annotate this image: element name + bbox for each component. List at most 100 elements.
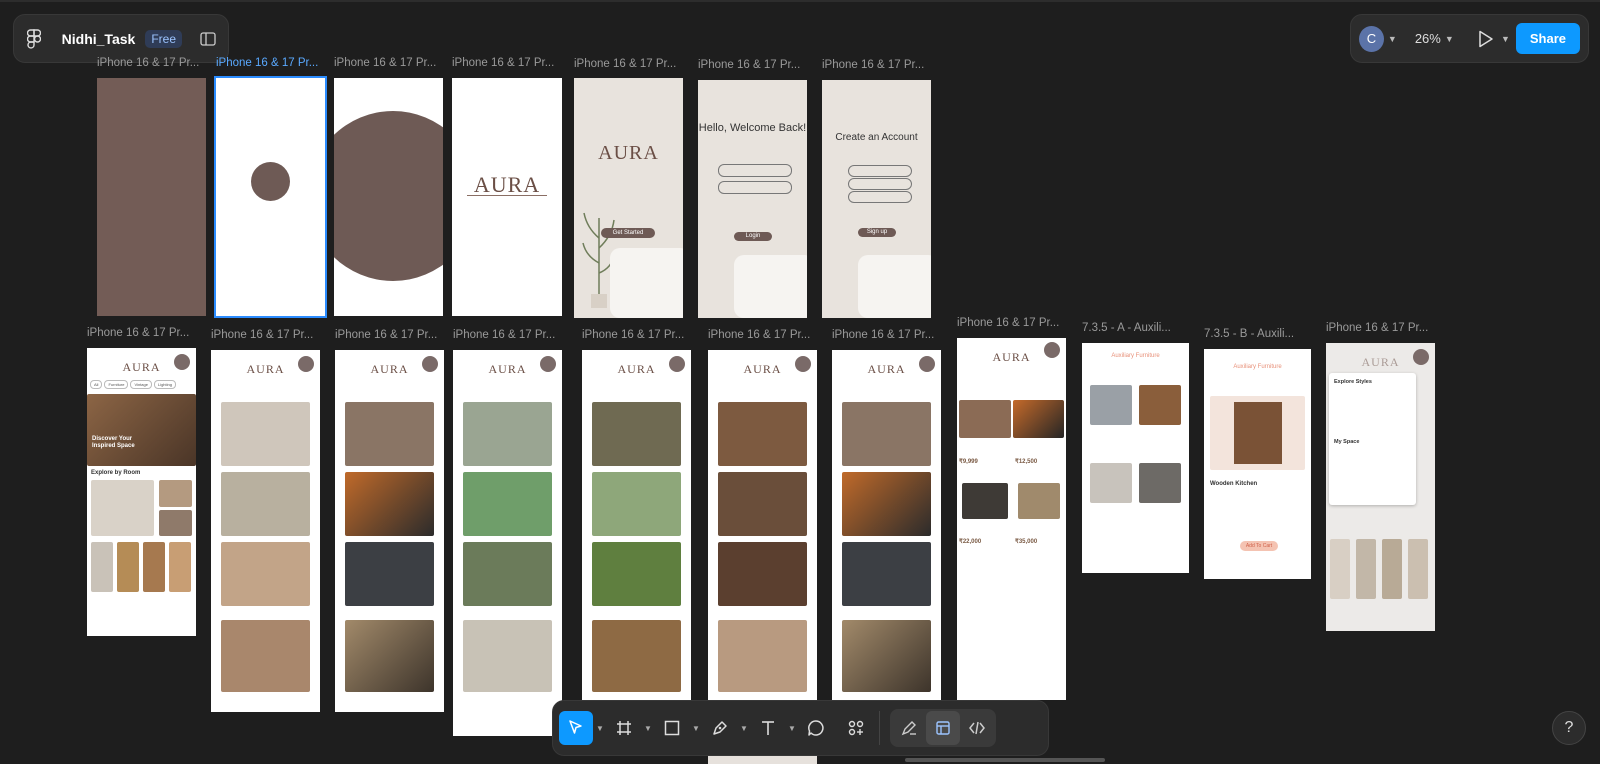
room-image[interactable] <box>169 542 191 592</box>
product-image[interactable] <box>1139 385 1181 425</box>
profile-avatar[interactable] <box>795 356 811 372</box>
shape-tool-button[interactable] <box>655 711 689 745</box>
get-started-button[interactable]: Get Started <box>601 228 655 238</box>
product-image[interactable] <box>345 542 434 606</box>
product-image[interactable] <box>345 620 434 692</box>
sidebar-toggle-icon[interactable] <box>200 30 216 48</box>
chevron-down-icon[interactable]: ▼ <box>737 724 751 733</box>
room-image[interactable] <box>159 480 192 507</box>
product-image[interactable] <box>592 542 681 606</box>
product-image[interactable] <box>1139 463 1181 503</box>
onboarding-frame[interactable]: AURA Get Started <box>574 78 683 318</box>
product-image[interactable] <box>842 472 931 536</box>
chevron-down-icon[interactable]: ▼ <box>593 724 607 733</box>
product-image[interactable] <box>221 402 310 466</box>
product-image[interactable] <box>959 400 1011 438</box>
splash-frame-bigcircle[interactable] <box>334 78 443 316</box>
signup-button[interactable]: Sign up <box>858 228 896 237</box>
product-image[interactable] <box>463 402 552 466</box>
frame-label[interactable]: iPhone 16 & 17 Pr... <box>822 59 934 71</box>
product-image[interactable] <box>345 472 434 536</box>
profile-avatar[interactable] <box>422 356 438 372</box>
menu-frame[interactable]: AURA Explore Styles My Space <box>1326 343 1435 631</box>
auxiliary-furniture-a-frame[interactable]: Auxiliary Furniture <box>1082 343 1189 573</box>
splash-frame-logo[interactable]: AURA <box>452 78 562 316</box>
frame-label[interactable]: iPhone 16 & 17 Pr... <box>453 329 565 341</box>
room-image[interactable] <box>1330 539 1350 599</box>
tab-furniture[interactable]: Furniture <box>104 380 129 389</box>
help-button[interactable]: ? <box>1552 711 1586 745</box>
name-field[interactable] <box>848 165 912 177</box>
user-avatar[interactable]: C <box>1359 25 1384 52</box>
auxiliary-furniture-b-frame[interactable]: Auxiliary Furniture Wooden Kitchen Add T… <box>1204 349 1311 579</box>
figma-logo-icon[interactable] <box>26 26 42 52</box>
design-mode-button[interactable] <box>926 711 960 745</box>
text-tool-button[interactable] <box>751 711 785 745</box>
frame-label[interactable]: iPhone 16 & 17 Pr... <box>216 57 328 69</box>
splash-frame-solid[interactable] <box>97 78 206 316</box>
frame-tool-button[interactable] <box>607 711 641 745</box>
product-image[interactable] <box>463 620 552 692</box>
add-to-cart-button[interactable]: Add To Cart <box>1240 541 1278 551</box>
sofa-list-frame[interactable]: AURA <box>582 350 691 702</box>
room-image[interactable] <box>91 480 154 536</box>
tab-all[interactable]: All <box>90 380 103 389</box>
room-image[interactable] <box>1408 539 1428 599</box>
chevron-down-icon[interactable]: ▼ <box>1501 34 1510 44</box>
tab-lighting[interactable]: Lighting <box>153 380 176 389</box>
profile-avatar[interactable] <box>669 356 685 372</box>
share-button[interactable]: Share <box>1515 23 1580 54</box>
signup-frame[interactable]: Create an Account Sign up <box>822 80 931 318</box>
product-image[interactable] <box>718 620 807 692</box>
pen-tool-button[interactable] <box>703 711 737 745</box>
product-image[interactable] <box>463 472 552 536</box>
product-image[interactable] <box>842 620 931 692</box>
product-image[interactable] <box>842 402 931 466</box>
chevron-down-icon[interactable]: ▼ <box>785 724 799 733</box>
draw-mode-button[interactable] <box>892 711 926 745</box>
frame-label[interactable]: iPhone 16 & 17 Pr... <box>582 329 694 341</box>
product-image[interactable] <box>718 472 807 536</box>
password-field[interactable] <box>848 191 912 203</box>
product-image[interactable] <box>592 472 681 536</box>
email-field[interactable] <box>718 164 792 177</box>
login-frame[interactable]: Hello, Welcome Back! Login <box>698 80 807 318</box>
product-image[interactable] <box>1013 400 1064 438</box>
frame-label[interactable]: iPhone 16 & 17 Pr... <box>97 57 209 69</box>
product-image[interactable] <box>1018 483 1060 519</box>
frame-label[interactable]: iPhone 16 & 17 Pr... <box>87 327 199 339</box>
frame-label[interactable]: iPhone 16 & 17 Pr... <box>574 58 686 70</box>
room-image[interactable] <box>1356 539 1376 599</box>
profile-avatar[interactable] <box>298 356 314 372</box>
file-name[interactable]: Nidhi_Task <box>62 31 136 47</box>
profile-avatar[interactable] <box>1044 342 1060 358</box>
decor-list-frame[interactable]: AURA <box>708 350 817 702</box>
chevron-down-icon[interactable]: ▼ <box>689 724 703 733</box>
product-image[interactable] <box>842 542 931 606</box>
splash-frame-dot[interactable] <box>214 76 327 318</box>
lighting-list-frame[interactable]: AURA <box>335 350 444 712</box>
horizontal-scrollbar[interactable] <box>905 758 1105 762</box>
product-image[interactable] <box>592 620 681 692</box>
frame-label[interactable]: 7.3.5 - A - Auxili... <box>1082 322 1194 334</box>
lighting-list-frame-2[interactable]: AURA <box>832 350 941 702</box>
frame-label[interactable]: iPhone 16 & 17 Pr... <box>452 57 564 69</box>
product-image[interactable] <box>1090 385 1132 425</box>
frame-label[interactable]: 7.3.5 - B - Auxili... <box>1204 328 1316 340</box>
tab-vintage[interactable]: Vintage <box>130 380 152 389</box>
chevron-down-icon[interactable]: ▼ <box>1445 34 1454 44</box>
comment-tool-button[interactable] <box>799 711 833 745</box>
move-tool-button[interactable] <box>559 711 593 745</box>
frame-label[interactable]: iPhone 16 & 17 Pr... <box>832 329 944 341</box>
profile-avatar[interactable] <box>1413 349 1429 365</box>
zoom-level[interactable]: 26% <box>1415 31 1441 46</box>
product-image[interactable] <box>345 402 434 466</box>
product-image[interactable] <box>221 620 310 692</box>
frame-label[interactable]: iPhone 16 & 17 Pr... <box>1326 322 1438 334</box>
lighting-grid-frame[interactable]: AURA ₹9,999 ₹12,500 ₹22,000 ₹35,000 <box>957 338 1066 700</box>
outdoor-list-frame[interactable]: AURA <box>453 350 562 736</box>
frame-label[interactable]: iPhone 16 & 17 Pr... <box>335 329 447 341</box>
frame-label[interactable]: iPhone 16 & 17 Pr... <box>211 329 323 341</box>
product-image[interactable] <box>463 542 552 606</box>
product-image[interactable] <box>718 402 807 466</box>
